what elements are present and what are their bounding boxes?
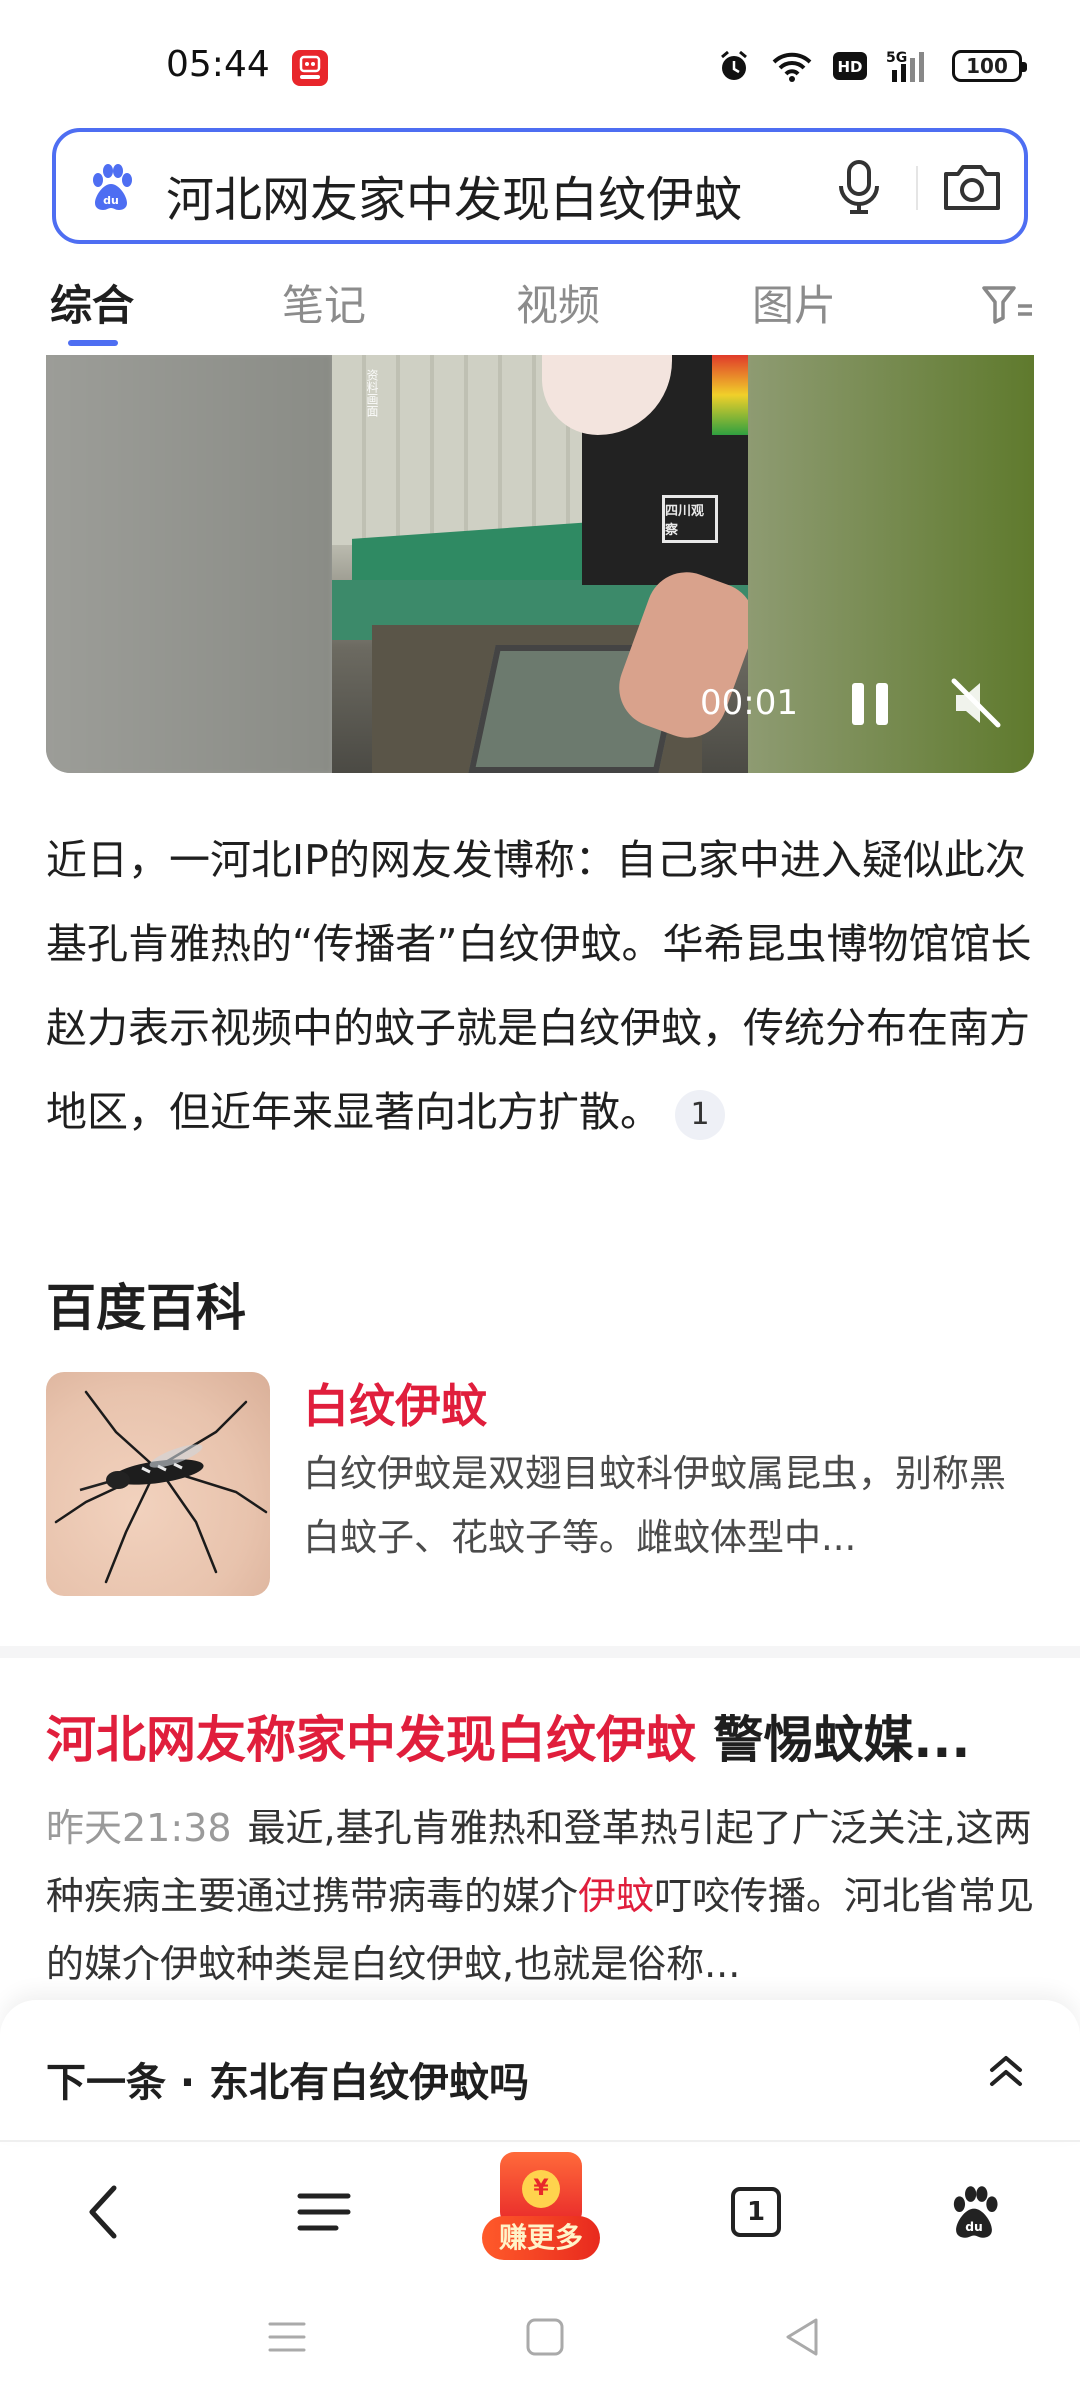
section-divider <box>0 1646 1080 1658</box>
filter-icon[interactable] <box>980 280 1036 330</box>
home-icon[interactable] <box>520 2312 570 2362</box>
wifi-icon <box>770 48 814 84</box>
tab-images[interactable]: 图片 <box>752 272 836 333</box>
baidu-home-icon[interactable]: du <box>934 2172 1014 2252</box>
microphone-icon[interactable] <box>826 154 892 220</box>
baike-section-title: 百度百科 <box>46 1279 246 1337</box>
video-blur-left <box>46 355 332 773</box>
search-divider <box>916 166 918 210</box>
hd-icon: HD <box>832 51 868 81</box>
news-result-title[interactable]: 河北网友称家中发现白纹伊蚊 警惕蚊媒... <box>46 1700 1036 1772</box>
baidu-paw-icon[interactable]: du <box>86 162 136 212</box>
news-title-rest: 警惕蚊媒... <box>696 1711 971 1769</box>
system-navigation-bar <box>0 2272 1080 2400</box>
news-time: 昨天21:38 <box>46 1806 232 1850</box>
search-input[interactable]: 河北网友家中发现白纹伊蚊 <box>166 160 742 230</box>
tab-notes[interactable]: 笔记 <box>282 272 366 333</box>
news-title-highlight: 河北网友称家中发现白纹伊蚊 <box>46 1711 696 1769</box>
svg-text:HD: HD <box>837 58 862 76</box>
chevron-up-icon[interactable] <box>986 2050 1026 2094</box>
svg-text:5G: 5G <box>886 50 907 66</box>
mute-icon[interactable] <box>946 673 1006 733</box>
video-frame: 资料画面 四川观察 <box>332 355 748 773</box>
redpack-label: 赚更多 <box>482 2216 600 2260</box>
earn-more-redpack-button[interactable]: ¥ 赚更多 <box>482 2152 600 2264</box>
svg-text:du: du <box>103 194 119 207</box>
status-time: 05:44 <box>166 44 270 85</box>
baidu-app-notification-icon <box>292 50 328 86</box>
video-scene-stripe <box>712 355 748 435</box>
tab-count: 1 <box>731 2187 781 2237</box>
video-current-time: 00:01 <box>700 683 798 723</box>
video-channel-logo: 四川观察 <box>662 495 718 543</box>
5g-signal-icon: 5G <box>886 48 934 84</box>
back-icon[interactable] <box>64 2172 144 2252</box>
status-bar: 05:44 HD 5G 100 <box>0 0 1080 120</box>
mosquito-thumbnail[interactable] <box>46 1372 270 1596</box>
menu-icon[interactable] <box>284 2172 364 2252</box>
active-tab-indicator <box>68 340 118 346</box>
bottom-toolbar: ¥ 赚更多 1 du <box>0 2142 1080 2272</box>
baike-entry-description: 白纹伊蚊是双翅目蚊科伊蚊属昆虫，别称黑白蚊子、花蚊子等。雌蚊体型中... <box>303 1452 1006 1559</box>
summary-text: 近日，一河北IP的网友发博称：自己家中进入疑似此次基孔肯雅热的“传播者”白纹伊蚊… <box>46 836 1032 1136</box>
camera-icon[interactable] <box>936 154 1008 220</box>
baike-entry-title[interactable]: 白纹伊蚊 <box>303 1370 487 1436</box>
next-result-card[interactable]: 下一条 · 东北有白纹伊蚊吗 <box>0 2000 1080 2140</box>
pause-icon[interactable] <box>846 677 896 731</box>
search-bar[interactable]: du 河北网友家中发现白纹伊蚊 <box>52 128 1028 244</box>
news-result-snippet: 昨天21:38 最近,基孔肯雅热和登革热引起了广泛关注,这两种疾病主要通过携带病毒… <box>46 1794 1036 1998</box>
ai-summary: 近日，一河北IP的网友发博称：自己家中进入疑似此次基孔肯雅热的“传播者”白纹伊蚊… <box>46 818 1036 1154</box>
status-icons: HD 5G 100 <box>716 48 1027 84</box>
battery-indicator: 100 <box>952 50 1027 82</box>
redpack-coin-icon: ¥ <box>522 2170 560 2208</box>
video-player[interactable]: 资料画面 四川观察 00:01 <box>46 355 1034 773</box>
citation-badge[interactable]: 1 <box>675 1090 725 1140</box>
svg-text:du: du <box>965 2220 983 2234</box>
result-tabs: 综合 笔记 视频 图片 <box>0 262 1080 352</box>
news-body-highlight: 伊蚊 <box>578 1874 655 1918</box>
system-back-icon[interactable] <box>778 2312 828 2362</box>
next-result-label: 下一条 · 东北有白纹伊蚊吗 <box>46 2060 530 2106</box>
recent-apps-icon[interactable] <box>262 2312 312 2362</box>
alarm-icon <box>716 48 752 84</box>
tab-video[interactable]: 视频 <box>516 272 600 333</box>
tabs-button[interactable]: 1 <box>716 2172 796 2252</box>
video-watermark: 资料画面 <box>365 369 379 417</box>
tab-all[interactable]: 综合 <box>50 272 134 333</box>
